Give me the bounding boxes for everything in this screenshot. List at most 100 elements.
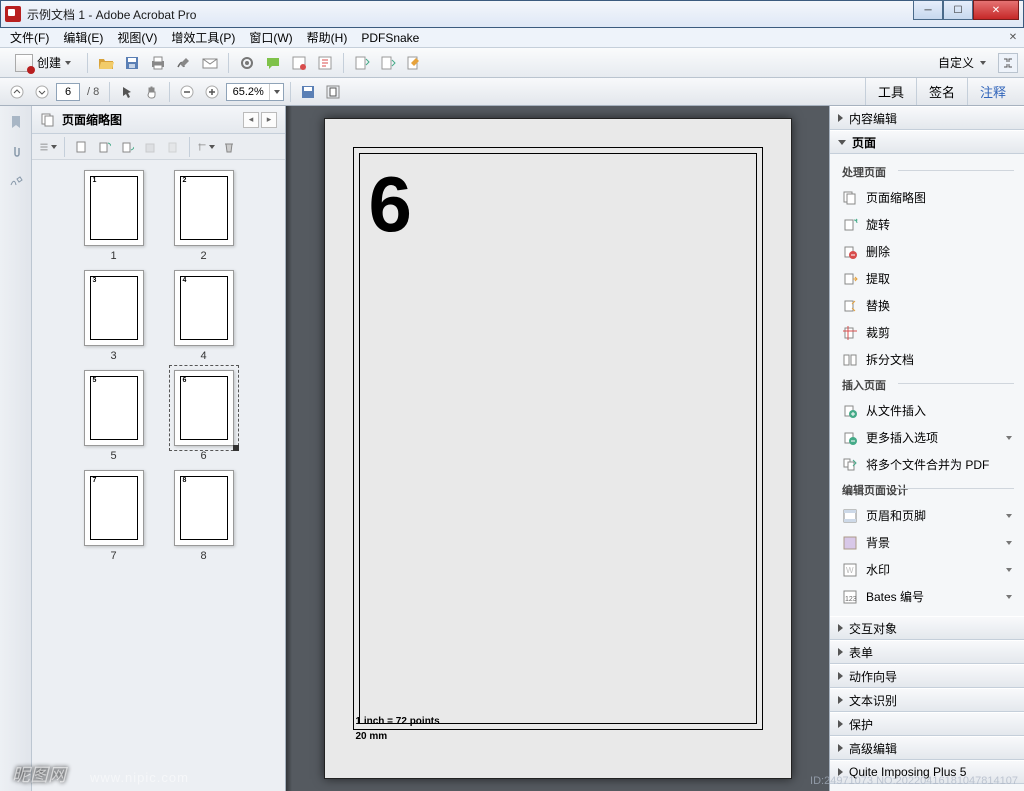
page-up-button[interactable] [6,81,28,103]
thumb-rotate-ccw-button[interactable] [94,137,114,157]
tool-replace[interactable]: 替换 [830,292,1024,319]
thumbnail-item[interactable]: 33 [84,270,144,362]
thumb-options-button[interactable] [38,137,58,157]
thumbnail-item[interactable]: 22 [174,170,234,262]
open-button[interactable] [95,52,117,74]
thumb-trash-button[interactable] [219,137,239,157]
thumbnail-header: 页面缩略图 ◂ ▸ [32,106,285,134]
menu-pdfsnake[interactable]: PDFSnake [355,29,425,47]
menu-file[interactable]: 文件(F) [4,27,55,48]
customize-button[interactable]: 自定义 [930,52,994,73]
page-inch-label: 1 inch = 72 points [356,716,440,727]
document-view[interactable]: 6 1 inch = 72 points 20 mm [286,106,829,791]
section-protect[interactable]: 保护 [830,712,1024,736]
rotate-button[interactable] [351,52,373,74]
page-number-input[interactable] [56,83,80,101]
thumb-extract-button[interactable] [163,137,183,157]
extract-button[interactable] [377,52,399,74]
thumbnail-item[interactable]: 66 [174,370,234,462]
section-interactive[interactable]: 交互对象 [830,616,1024,640]
thumbnail-item[interactable]: 88 [174,470,234,562]
bookmark-rail-icon[interactable] [6,112,26,132]
thumb-new-button[interactable] [71,137,91,157]
save-alt-button[interactable] [297,81,319,103]
toolbar-nav: / 8 65.2% 工具 签名 注释 [0,78,1024,106]
tool-split[interactable]: 拆分文档 [830,346,1024,373]
tool-delete[interactable]: 删除 [830,238,1024,265]
tool-extract[interactable]: 提取 [830,265,1024,292]
comment-button[interactable] [262,52,284,74]
page-mm-label: 20 mm [356,731,388,742]
print-button[interactable] [147,52,169,74]
zoom-value: 65.2% [227,86,269,98]
process-pages-header: 处理页面 [830,160,1024,184]
thumbnail-item[interactable]: 77 [84,470,144,562]
thumbnail-item[interactable]: 55 [84,370,144,462]
tab-comment[interactable]: 注释 [967,78,1018,105]
sign-icon-button[interactable] [173,52,195,74]
create-button[interactable]: 创建 [6,51,80,75]
menu-plugins[interactable]: 增效工具(P) [165,27,241,48]
thumb-rotate-cw-button[interactable] [117,137,137,157]
select-tool-button[interactable] [116,81,138,103]
thumb-delete-button[interactable] [140,137,160,157]
thumb-prev-button[interactable]: ◂ [243,112,259,128]
section-content-edit[interactable]: 内容编辑 [830,106,1024,130]
tool-background[interactable]: 背景 [830,529,1024,556]
tool-crop[interactable]: 裁剪 [830,319,1024,346]
thumbnail-panel: 页面缩略图 ◂ ▸ 11 22 33 44 55 66 77 88 [32,106,286,791]
section-advanced-edit[interactable]: 高级编辑 [830,736,1024,760]
section-ocr[interactable]: 文本识别 [830,688,1024,712]
tool-rotate[interactable]: 旋转 [830,211,1024,238]
section-actions[interactable]: 动作向导 [830,664,1024,688]
caret-down-icon [980,61,986,65]
maximize-button[interactable]: ☐ [943,0,973,20]
tool-combine[interactable]: 将多个文件合并为 PDF [830,451,1024,478]
fit-page-button[interactable] [322,81,344,103]
zoom-in-button[interactable] [201,81,223,103]
tool-more-insert[interactable]: 更多插入选项 [830,424,1024,451]
menu-edit[interactable]: 编辑(E) [57,27,109,48]
tool-thumbnails[interactable]: 页面缩略图 [830,184,1024,211]
caret-down-icon [269,84,283,100]
signature-rail-icon[interactable] [6,172,26,192]
main-area: 页面缩略图 ◂ ▸ 1122334455667788 6 1 inch [0,106,1024,791]
thumbnail-item[interactable]: 44 [174,270,234,362]
tool-watermark[interactable]: W水印 [830,556,1024,583]
right-panel: 内容编辑 页面 处理页面 页面缩略图 旋转 删除 提取 替换 裁剪 拆分文档 插… [829,106,1024,791]
settings-button[interactable] [236,52,258,74]
save-button[interactable] [121,52,143,74]
thumbnail-item[interactable]: 11 [84,170,144,262]
email-button[interactable] [199,52,221,74]
section-pages[interactable]: 页面 [830,130,1024,154]
menu-window[interactable]: 窗口(W) [243,27,298,48]
svg-text:W: W [846,566,854,575]
thumb-crop-button[interactable] [196,137,216,157]
app-icon [5,6,21,22]
tool-bates[interactable]: 123Bates 编号 [830,583,1024,610]
tool-header-footer[interactable]: 页眉和页脚 [830,502,1024,529]
left-rail [0,106,32,791]
section-forms[interactable]: 表单 [830,640,1024,664]
attachment-rail-icon[interactable] [6,142,26,162]
thumbnail-title: 页面缩略图 [62,111,243,128]
hand-tool-button[interactable] [141,81,163,103]
stamp-button[interactable] [314,52,336,74]
zoom-out-button[interactable] [176,81,198,103]
tool-insert-file[interactable]: 从文件插入 [830,397,1024,424]
tab-sign[interactable]: 签名 [916,78,967,105]
bookmark-button[interactable] [288,52,310,74]
edit-button[interactable] [403,52,425,74]
menubar-close-icon[interactable]: ✕ [1006,31,1020,45]
create-label: 创建 [37,54,61,71]
thumb-next-button[interactable]: ▸ [261,112,277,128]
minimize-button[interactable]: ─ [913,0,943,20]
zoom-combo[interactable]: 65.2% [226,83,284,101]
menu-help[interactable]: 帮助(H) [301,27,354,48]
expand-toolbar-button[interactable] [998,53,1018,73]
menu-view[interactable]: 视图(V) [111,27,163,48]
tab-tools[interactable]: 工具 [865,78,916,105]
pages-icon [40,112,56,128]
page-down-button[interactable] [31,81,53,103]
close-button[interactable]: ✕ [973,0,1019,20]
